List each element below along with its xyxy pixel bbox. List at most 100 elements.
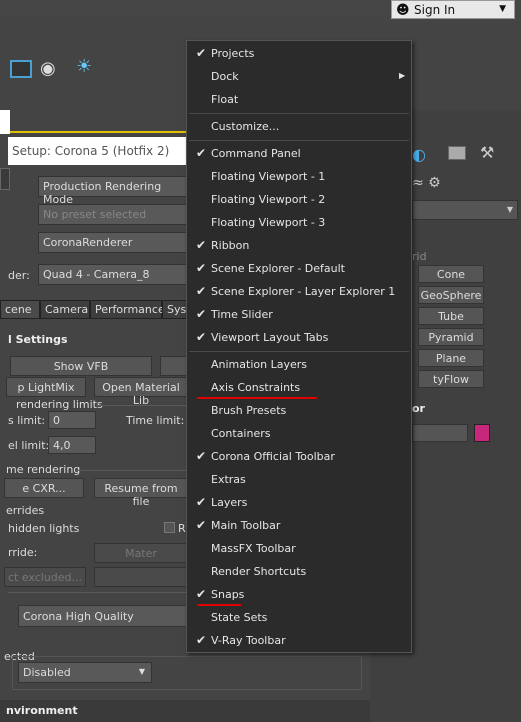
- menu-item-floating-viewport-2[interactable]: Floating Viewport - 2: [211, 193, 325, 206]
- teapot-icon[interactable]: ◉: [40, 58, 56, 79]
- menu-item-scene-explorer-layer-explorer-1[interactable]: Scene Explorer - Layer Explorer 1: [211, 285, 395, 298]
- hidden-lights-label: hidden lights: [8, 522, 80, 535]
- menu-separator: [189, 351, 409, 352]
- passes-limit-input[interactable]: 0: [48, 411, 96, 429]
- menu-item-customize[interactable]: Customize...: [211, 120, 279, 133]
- open-material-lib-button[interactable]: Open Material Lib: [94, 377, 188, 407]
- environment-header: nvironment: [6, 704, 78, 717]
- checkmark-icon: ✔: [196, 495, 207, 509]
- light-bulb-icon[interactable]: ☀: [76, 56, 92, 77]
- chevron-down-icon: ▼: [506, 205, 513, 214]
- menu-item-scene-explorer-default[interactable]: Scene Explorer - Default: [211, 262, 345, 275]
- tab-scene[interactable]: cene: [0, 300, 40, 319]
- sign-in-button[interactable]: ☻ Sign In ▼: [391, 0, 515, 19]
- menu-item-render-shortcuts[interactable]: Render Shortcuts: [211, 565, 306, 578]
- rendering-mode-select[interactable]: Production Rendering Mode: [38, 176, 188, 206]
- lightmix-button[interactable]: p LightMix: [6, 377, 86, 397]
- menu-separator: [189, 140, 409, 141]
- menu-item-floating-viewport-3[interactable]: Floating Viewport - 3: [211, 216, 325, 229]
- checkmark-icon: ✔: [196, 518, 207, 532]
- view-label: der:: [8, 269, 30, 282]
- resume-from-file-button[interactable]: Resume from file: [94, 478, 188, 508]
- preset-select[interactable]: No preset selected: [38, 204, 188, 225]
- menu-item-snaps[interactable]: Snaps: [211, 588, 244, 601]
- menu-item-command-panel[interactable]: Command Panel: [211, 147, 301, 160]
- resume-rendering-label: me rendering: [6, 463, 81, 476]
- menu-item-v-ray-toolbar[interactable]: V-Ray Toolbar: [211, 634, 286, 647]
- checkmark-icon: ✔: [196, 449, 207, 463]
- tyflow-button[interactable]: tyFlow: [418, 370, 484, 388]
- motion-icon[interactable]: ◐: [412, 145, 438, 165]
- grid-label: rid: [412, 250, 427, 263]
- menu-item-axis-constraints[interactable]: Axis Constraints: [211, 381, 300, 394]
- menu-item-extras[interactable]: Extras: [211, 473, 246, 486]
- divider: [96, 405, 188, 406]
- rendering-limits-label: rendering limits: [16, 398, 103, 411]
- checkmark-icon: ✔: [196, 330, 207, 344]
- menu-item-ribbon[interactable]: Ribbon: [211, 239, 249, 252]
- chevron-down-icon: ▼: [499, 4, 506, 14]
- material-button[interactable]: Mater: [94, 543, 188, 563]
- viewport-icon[interactable]: [10, 60, 32, 78]
- sign-in-label: Sign In: [414, 3, 456, 17]
- checkmark-icon: ✔: [196, 307, 207, 321]
- quality-preset-select[interactable]: Corona High Quality: [18, 605, 188, 627]
- checkmark-icon: ✔: [196, 284, 207, 298]
- display-icon[interactable]: [448, 146, 466, 160]
- vfb-extra-button[interactable]: [160, 356, 188, 376]
- submenu-arrow-icon: ▶: [399, 71, 406, 80]
- menu-item-time-slider[interactable]: Time Slider: [211, 308, 273, 321]
- overrides-label: errides: [6, 504, 45, 517]
- excluded-button[interactable]: ct excluded...: [4, 567, 86, 587]
- menu-item-containers[interactable]: Containers: [211, 427, 271, 440]
- checkmark-icon: ✔: [196, 587, 207, 601]
- menu-item-projects[interactable]: Projects: [211, 47, 254, 60]
- show-vfb-button[interactable]: Show VFB: [10, 356, 152, 376]
- view-select[interactable]: Quad 4 - Camera_8: [38, 264, 188, 285]
- menu-item-corona-official-toolbar[interactable]: Corona Official Toolbar: [211, 450, 335, 463]
- menu-item-main-toolbar[interactable]: Main Toolbar: [211, 519, 280, 532]
- checkbox[interactable]: [164, 522, 175, 533]
- object-color-swatch[interactable]: [474, 424, 490, 442]
- menu-item-floating-viewport-1[interactable]: Floating Viewport - 1: [211, 170, 325, 183]
- menu-item-float[interactable]: Float: [211, 93, 238, 106]
- selected-mode-select[interactable]: Disabled ▼: [18, 662, 152, 683]
- tab-camera[interactable]: Camera: [40, 300, 90, 319]
- divider: [76, 470, 188, 471]
- geosphere-button[interactable]: GeoSphere: [418, 286, 484, 304]
- menu-item-state-sets[interactable]: State Sets: [211, 611, 267, 624]
- checkmark-icon: ✔: [196, 46, 207, 60]
- checkmark-icon: ✔: [196, 633, 207, 647]
- side-tab[interactable]: [0, 168, 10, 190]
- option-label: R: [178, 522, 186, 535]
- cxr-button[interactable]: e CXR...: [4, 478, 84, 498]
- object-type-select[interactable]: ▼: [412, 200, 518, 220]
- user-icon: ☻: [396, 3, 410, 18]
- pyramid-button[interactable]: Pyramid: [418, 328, 484, 346]
- tube-button[interactable]: Tube: [418, 307, 484, 325]
- menu-item-animation-layers[interactable]: Animation Layers: [211, 358, 307, 371]
- menu-item-viewport-layout-tabs[interactable]: Viewport Layout Tabs: [211, 331, 328, 344]
- tab-system[interactable]: Sys: [162, 300, 188, 319]
- override-label: rride:: [8, 546, 38, 559]
- plane-button[interactable]: Plane: [418, 349, 484, 367]
- red-underline-annotation: [197, 604, 241, 606]
- renderer-select[interactable]: CoronaRenderer: [38, 232, 188, 253]
- noise-limit-input[interactable]: 4,0: [48, 436, 96, 454]
- title-accent-line: [10, 131, 190, 133]
- menu-item-dock[interactable]: Dock: [211, 70, 239, 83]
- create-icons[interactable]: ≈ ⚙: [412, 175, 441, 191]
- settings-header: l Settings: [8, 333, 68, 346]
- excluded-extra-button[interactable]: [94, 567, 188, 587]
- tab-performance[interactable]: Performance: [90, 300, 165, 319]
- cone-button[interactable]: Cone: [418, 265, 484, 283]
- name-input[interactable]: [412, 424, 468, 442]
- utilities-icon[interactable]: ⚒: [480, 143, 494, 162]
- menu-item-brush-presets[interactable]: Brush Presets: [211, 404, 286, 417]
- menu-item-layers[interactable]: Layers: [211, 496, 247, 509]
- selected-mode-value: Disabled: [23, 666, 71, 679]
- dialog-edge: [0, 110, 10, 134]
- color-header: or: [412, 402, 425, 415]
- menu-item-massfx-toolbar[interactable]: MassFX Toolbar: [211, 542, 296, 555]
- chevron-down-icon: ▼: [138, 667, 145, 676]
